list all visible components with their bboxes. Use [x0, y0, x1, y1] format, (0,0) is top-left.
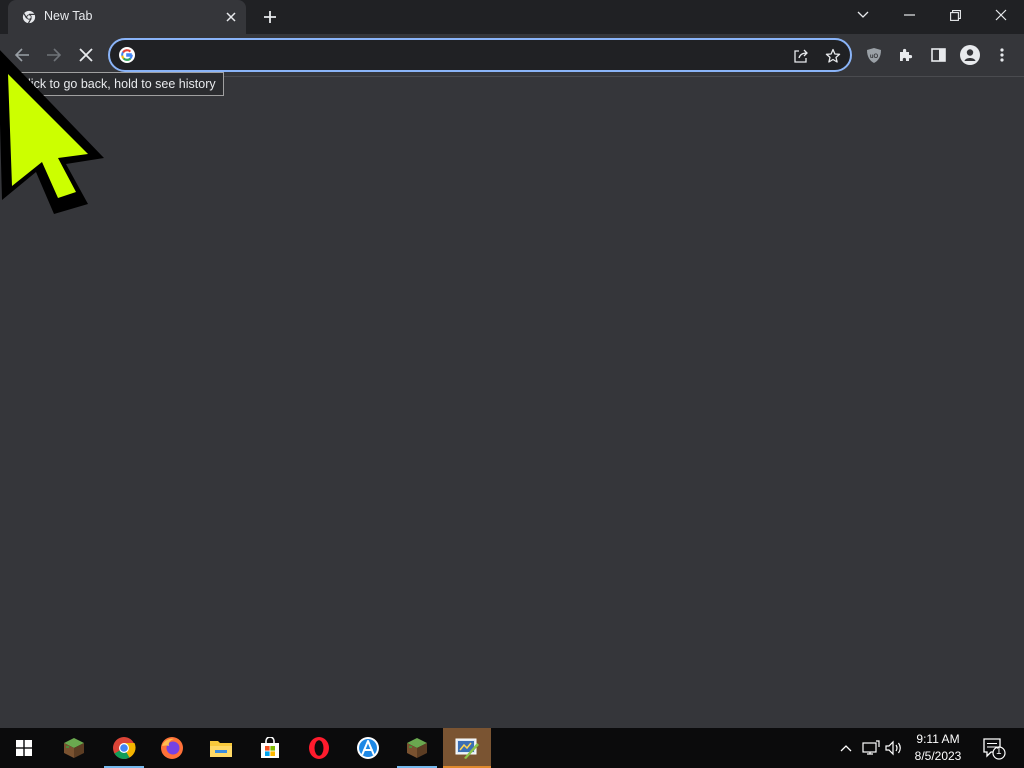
app-store-icon: [357, 737, 379, 759]
start-button[interactable]: [0, 728, 48, 768]
chrome-icon: [22, 10, 36, 24]
action-center-button[interactable]: 1: [978, 736, 1008, 760]
ublock-extension-button[interactable]: uO: [860, 41, 888, 69]
tab-new-tab[interactable]: New Tab: [8, 0, 246, 34]
clock-time: 9:11 AM: [916, 732, 960, 746]
clock-date: 8/5/2023: [914, 749, 962, 763]
taskbar-microsoft-store[interactable]: [246, 728, 294, 768]
side-panel-icon: [930, 48, 946, 62]
close-window-button[interactable]: [978, 0, 1024, 30]
taskbar-app-store[interactable]: [344, 728, 392, 768]
firefox-icon: [161, 737, 183, 759]
address-input[interactable]: [144, 44, 764, 66]
volume-button[interactable]: [884, 738, 904, 758]
new-tab-button[interactable]: [258, 6, 282, 28]
plus-icon: [264, 11, 276, 23]
minecraft-icon: [64, 738, 84, 758]
taskbar-file-explorer[interactable]: [197, 728, 245, 768]
side-panel-button[interactable]: [924, 41, 952, 69]
show-hidden-icons-button[interactable]: [836, 738, 856, 758]
avatar-icon: [960, 45, 980, 65]
minimize-button[interactable]: [886, 0, 932, 30]
chevron-down-icon: [857, 11, 869, 18]
tab-strip: New Tab: [0, 0, 1024, 34]
tab-title: New Tab: [44, 9, 93, 23]
taskbar-opera[interactable]: [295, 728, 343, 768]
network-icon: [862, 740, 880, 755]
speaker-icon: [885, 740, 901, 756]
ublock-shield-icon: uO: [867, 47, 881, 63]
close-icon: [995, 9, 1007, 21]
profile-button[interactable]: [956, 41, 984, 69]
windows-taskbar: 9:11 AM 8/5/2023 1: [0, 728, 1024, 768]
taskbar-minecraft[interactable]: [50, 728, 98, 768]
notification-icon: [983, 738, 1006, 760]
bookmark-button[interactable]: [822, 45, 844, 67]
svg-text:uO: uO: [870, 54, 879, 60]
address-bar[interactable]: [108, 38, 852, 72]
chrome-icon: [113, 737, 136, 759]
close-icon: [226, 12, 236, 22]
share-icon: [794, 49, 808, 63]
google-icon: [119, 47, 135, 63]
taskbar-minecraft-running[interactable]: [393, 728, 441, 768]
tab-close-button[interactable]: [222, 8, 240, 26]
minecraft-icon: [407, 738, 427, 758]
chevron-up-icon: [840, 745, 852, 752]
taskbar-screen-sketch[interactable]: [443, 728, 491, 768]
page-content: [0, 77, 1024, 728]
more-vertical-icon: [1000, 48, 1004, 62]
restore-button[interactable]: [932, 0, 978, 30]
share-button[interactable]: [790, 45, 812, 67]
menu-button[interactable]: [988, 41, 1016, 69]
tab-search-button[interactable]: [840, 0, 886, 30]
windows-icon: [16, 740, 32, 756]
network-button[interactable]: [861, 738, 881, 758]
taskbar-clock[interactable]: 9:11 AM 8/5/2023: [906, 731, 970, 765]
mouse-pointer-icon: [0, 50, 104, 214]
puzzle-icon: [900, 48, 913, 61]
screen-sketch-icon: [455, 738, 479, 759]
opera-icon: [309, 737, 329, 759]
file-explorer-icon: [210, 741, 232, 757]
notification-count: 1: [996, 746, 1002, 757]
extensions-button[interactable]: [892, 41, 920, 69]
restore-icon: [949, 9, 961, 21]
minimize-icon: [903, 14, 915, 16]
star-icon: [825, 48, 841, 63]
microsoft-store-icon: [261, 737, 279, 758]
taskbar-firefox[interactable]: [148, 728, 196, 768]
browser-window: New Tab uO Click to go back, hold to see…: [0, 0, 1024, 768]
taskbar-chrome[interactable]: [100, 728, 148, 768]
browser-toolbar: uO: [0, 34, 1024, 76]
